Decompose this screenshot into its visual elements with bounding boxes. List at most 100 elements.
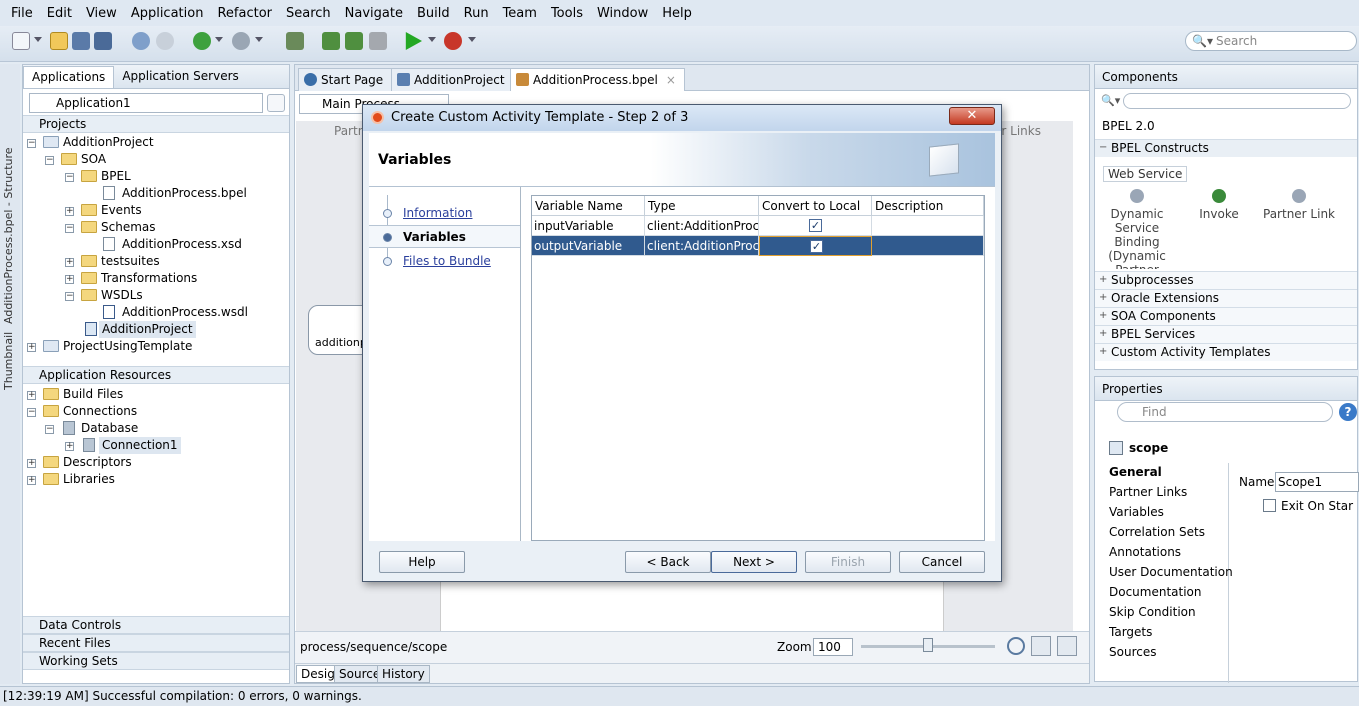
make-icon[interactable] [322,32,340,50]
close-icon[interactable]: ✕ [949,107,995,125]
collapse-toggle[interactable]: − [65,292,74,301]
step-information[interactable]: Information [403,206,472,220]
close-icon[interactable]: × [666,73,676,87]
collapse-toggle[interactable]: − [45,156,54,165]
invoke-item[interactable]: Invoke [1183,189,1255,221]
global-search-input[interactable]: 🔍▾ Search [1185,31,1357,51]
tree-item-additionproject-composite[interactable]: AdditionProject [99,321,196,338]
undo-icon[interactable] [132,32,150,50]
chevron-down-icon[interactable] [255,37,263,42]
chevron-down-icon[interactable] [34,37,42,42]
data-controls-header[interactable]: Data Controls [23,616,289,634]
tree-item-additionprocess-xsd[interactable]: AdditionProcess.xsd [122,236,242,253]
tree-item-additionprocess-wsdl[interactable]: AdditionProcess.wsdl [122,304,248,321]
palette-selector[interactable]: BPEL 2.0 [1099,117,1353,137]
category-user-documentation[interactable]: User Documentation [1109,565,1233,579]
recent-files-header[interactable]: Recent Files [23,634,289,652]
properties-find-input[interactable]: Find [1117,402,1333,422]
partner-link-item[interactable]: Partner Link [1263,189,1335,221]
description-cell[interactable] [872,236,984,256]
type-cell[interactable]: client:AdditionProce... [645,236,759,256]
tree-item-additionproject[interactable]: AdditionProject [63,134,154,151]
save-all-icon[interactable] [94,32,112,50]
collapse-toggle[interactable]: − [27,139,36,148]
expand-toggle[interactable]: + [65,207,74,216]
save-icon[interactable] [72,32,90,50]
chevron-down-icon[interactable] [468,37,476,42]
subprocesses-section[interactable]: + Subprocesses [1095,271,1357,289]
expand-icon[interactable] [1031,636,1051,656]
run-icon[interactable] [405,32,422,50]
deploy-icon[interactable] [286,32,304,50]
dialog-title-bar[interactable]: Create Custom Activity Template - Step 2… [363,105,1001,131]
category-partner-links[interactable]: Partner Links [1109,485,1187,499]
next-button[interactable]: Next > [711,551,797,573]
name-input[interactable]: Scope1 [1275,472,1359,492]
column-type[interactable]: Type [645,196,759,216]
zoom-slider-thumb[interactable] [923,638,933,652]
collapse-toggle[interactable]: − [65,224,74,233]
menu-file[interactable]: File [4,6,40,21]
menu-application[interactable]: Application [124,6,211,21]
column-variable-name[interactable]: Variable Name [532,196,645,216]
tree-item-connection1[interactable]: Connection1 [99,437,181,454]
tab-application-servers[interactable]: Application Servers [114,66,246,88]
zoom-input[interactable]: 100 [813,638,853,656]
category-variables[interactable]: Variables [1109,505,1164,519]
category-skip-condition[interactable]: Skip Condition [1109,605,1196,619]
expand-toggle[interactable]: + [27,476,36,485]
collapse-toggle[interactable]: − [65,173,74,182]
dynamic-service-binding-item[interactable]: Dynamic Service Binding (Dynamic Partner… [1101,189,1173,269]
tree-item-build-files[interactable]: Build Files [63,386,123,403]
oracle-extensions-section[interactable]: + Oracle Extensions [1095,289,1357,307]
column-description[interactable]: Description [872,196,984,216]
custom-activity-templates-section[interactable]: + Custom Activity Templates [1095,343,1357,361]
soa-components-section[interactable]: + SOA Components [1095,307,1357,325]
tree-item-transformations[interactable]: Transformations [101,270,197,287]
menu-refactor[interactable]: Refactor [210,6,279,21]
tree-item-schemas[interactable]: Schemas [101,219,156,236]
forward-icon[interactable] [232,32,250,50]
convert-to-local-checkbox[interactable]: ✓ [809,219,822,232]
cancel-button[interactable]: Cancel [899,551,985,573]
step-variables[interactable]: Variables [403,230,466,244]
menu-run[interactable]: Run [457,6,496,21]
help-button[interactable]: Help [379,551,465,573]
tree-item-events[interactable]: Events [101,202,142,219]
category-correlation-sets[interactable]: Correlation Sets [1109,525,1205,539]
bpel-constructs-section[interactable]: − BPEL Constructs [1095,139,1357,157]
structure-strip-label[interactable]: AdditionProcess.bpel - Structure [2,147,15,324]
variable-name-cell[interactable]: inputVariable [532,216,645,236]
working-sets-header[interactable]: Working Sets [23,652,289,670]
convert-to-local-checkbox[interactable]: ✓ [810,240,823,253]
expand-toggle[interactable]: + [65,275,74,284]
tree-item-projectusingtemplate[interactable]: ProjectUsingTemplate [63,338,192,355]
back-icon[interactable] [193,32,211,50]
application-selector[interactable]: Application1 [29,93,263,113]
tree-item-libraries[interactable]: Libraries [63,471,115,488]
menu-edit[interactable]: Edit [40,6,79,21]
menu-view[interactable]: View [79,6,124,21]
category-documentation[interactable]: Documentation [1109,585,1202,599]
tree-item-database[interactable]: Database [81,420,138,437]
application-menu-button[interactable] [267,94,285,112]
debug-icon[interactable] [444,32,462,50]
category-targets[interactable]: Targets [1109,625,1152,639]
bpel-services-section[interactable]: + BPEL Services [1095,325,1357,343]
tree-item-wsdls[interactable]: WSDLs [101,287,143,304]
help-icon[interactable]: ? [1339,403,1357,421]
collapse-icon[interactable] [1057,636,1077,656]
category-sources[interactable]: Sources [1109,645,1156,659]
convert-cell[interactable]: ✓ [759,236,872,256]
tree-item-connections[interactable]: Connections [63,403,137,420]
tree-item-soa[interactable]: SOA [81,151,106,168]
variable-name-cell[interactable]: outputVariable [532,236,645,256]
menu-build[interactable]: Build [410,6,457,21]
rebuild-icon[interactable] [345,32,363,50]
step-files-to-bundle[interactable]: Files to Bundle [403,254,491,268]
menu-navigate[interactable]: Navigate [338,6,410,21]
menu-team[interactable]: Team [496,6,544,21]
tab-history[interactable]: History [377,665,430,683]
structure-strip[interactable]: AdditionProcess.bpel - Structure Thumbna… [0,64,20,684]
tab-applications[interactable]: Applications [23,66,115,88]
